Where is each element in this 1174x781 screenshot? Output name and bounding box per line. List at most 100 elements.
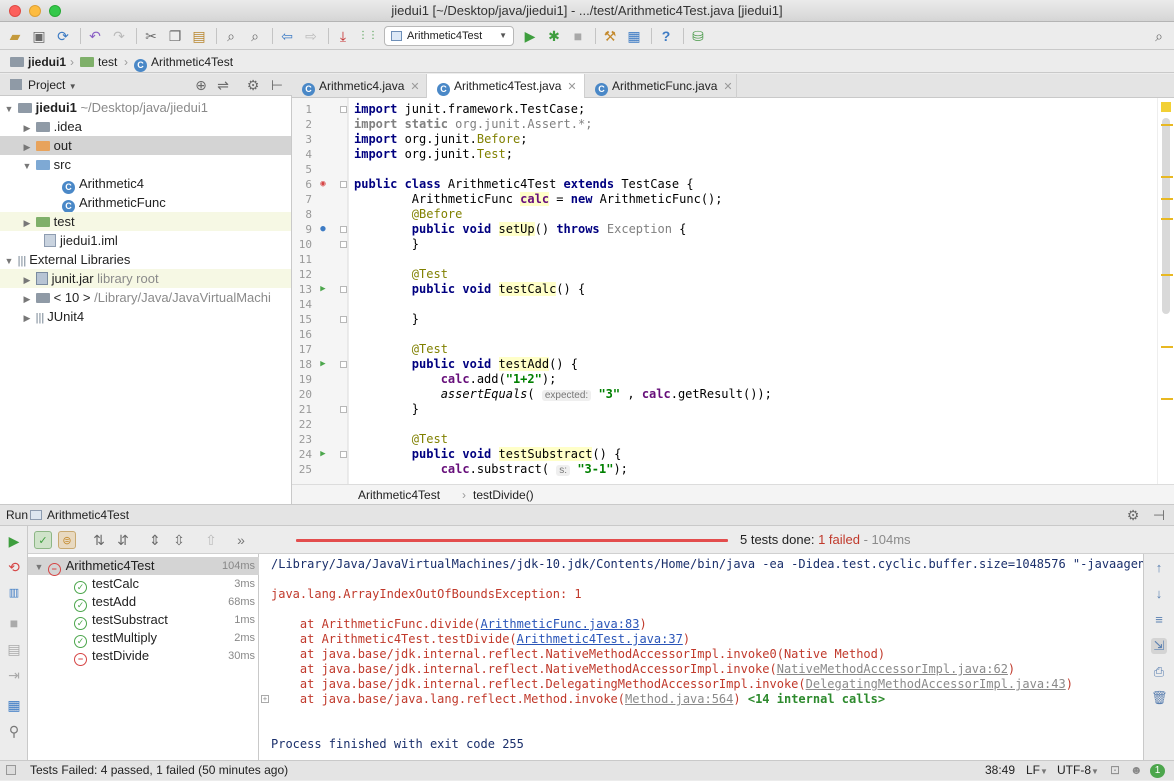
open-folder-icon[interactable]: ▰ — [6, 27, 24, 45]
warning-stripe[interactable] — [1161, 346, 1173, 348]
sort-by-duration-icon[interactable]: ⇵ — [114, 531, 132, 549]
warning-stripe[interactable] — [1161, 176, 1173, 178]
cut-icon[interactable]: ✂ — [142, 27, 160, 45]
test-row[interactable]: ✓ testCalc 3ms — [28, 575, 259, 594]
tree-item-junit-jar[interactable]: ▶ junit.jar library root — [0, 269, 291, 288]
expand-arrow-icon[interactable]: ▼ — [34, 558, 44, 576]
tree-item-jdk[interactable]: ▶ < 10 > /Library/Java/JavaVirtualMachi — [0, 288, 291, 307]
up-arrow-icon[interactable]: ↑ — [1151, 560, 1167, 576]
warning-stripe[interactable] — [1161, 198, 1173, 200]
tree-item-src[interactable]: ▼ src — [0, 155, 291, 174]
expand-internal-calls-icon[interactable]: + — [261, 695, 269, 703]
fold-marker-icon[interactable] — [340, 241, 347, 248]
toggle-auto-test-icon[interactable]: ▥ — [5, 584, 23, 602]
caret-position[interactable]: 38:49 — [985, 761, 1015, 780]
project-structure-icon[interactable]: ▦ — [625, 27, 643, 45]
dump-threads-icon[interactable]: ▤ — [5, 640, 23, 658]
fold-marker-icon[interactable] — [340, 316, 347, 323]
show-ignored-icon[interactable]: ⊜ — [58, 531, 76, 549]
run-test-passed-icon[interactable]: ▶ — [318, 449, 328, 459]
source-link[interactable]: Method.java:564 — [625, 692, 733, 706]
scroll-thumb[interactable] — [1162, 118, 1170, 314]
stop-icon[interactable]: ■ — [569, 27, 587, 45]
sort-alphabetically-icon[interactable]: ⇅ — [90, 531, 108, 549]
stop-icon[interactable]: ■ — [5, 614, 23, 632]
redo-icon[interactable]: ↷ — [110, 27, 128, 45]
rerun-icon[interactable]: ▶ — [5, 532, 23, 550]
minimize-window-button[interactable] — [29, 5, 41, 17]
project-view-select[interactable]: Project ▼ — [28, 74, 77, 98]
fold-marker-icon[interactable] — [340, 226, 347, 233]
gear-icon[interactable]: ⚙ — [244, 76, 262, 94]
help-icon[interactable]: ? — [657, 27, 675, 45]
paste-icon[interactable]: ▤ — [190, 27, 208, 45]
fold-marker-icon[interactable] — [340, 361, 347, 368]
back-icon[interactable]: ⇦ — [278, 27, 296, 45]
run-test-passed-icon[interactable]: ▶ — [318, 359, 328, 369]
search-everywhere-icon[interactable]: ⌕ — [1150, 27, 1168, 45]
exit-icon[interactable]: ⇥ — [5, 666, 23, 684]
soft-wrap-icon[interactable]: ≡ — [1151, 612, 1167, 628]
source-link[interactable]: DelegatingMethodAccessorImpl.java:43 — [806, 677, 1066, 691]
close-window-button[interactable] — [9, 5, 21, 17]
fold-marker-icon[interactable] — [340, 181, 347, 188]
hide-panel-icon[interactable]: ⊣ — [1150, 506, 1168, 524]
line-separator[interactable]: LF▼ — [1026, 761, 1048, 781]
test-row[interactable]: ✓ testAdd 68ms — [28, 593, 259, 612]
tree-item-iml[interactable]: jiedui1.iml — [0, 231, 291, 250]
undo-icon[interactable]: ↶ — [86, 27, 104, 45]
tree-item-jiedui1[interactable]: ▼ jiedui1 ~/Desktop/java/jiedui1 — [0, 98, 291, 117]
run-config-tab[interactable]: Arithmetic4Test — [47, 505, 129, 525]
rerun-failed-icon[interactable]: ⟲ — [5, 558, 23, 576]
pin-icon[interactable]: ⚲ — [5, 722, 23, 740]
close-tab-icon[interactable]: ✕ — [410, 81, 419, 93]
gear-icon[interactable]: ⚙ — [1124, 506, 1142, 524]
test-row[interactable]: − testDivide 30ms — [28, 647, 259, 666]
fold-marker-icon[interactable] — [340, 106, 347, 113]
breadcrumb-method[interactable]: testDivide() — [473, 485, 534, 505]
run-icon[interactable]: ▶ — [521, 27, 539, 45]
notifications-badge[interactable]: 1 — [1150, 764, 1165, 778]
replace-icon[interactable]: ⌕ — [246, 27, 264, 45]
test-row[interactable]: ✓ testMultiply 2ms — [28, 629, 259, 648]
more-icon[interactable]: » — [232, 531, 250, 549]
console-output[interactable]: /Library/Java/JavaVirtualMachines/jdk-10… — [259, 554, 1143, 760]
fold-marker-icon[interactable] — [340, 406, 347, 413]
tree-item-external-libraries[interactable]: ▼ ||| External Libraries — [0, 250, 291, 269]
nav-crumb-test[interactable]: test — [80, 51, 117, 73]
find-icon[interactable]: ⌕ — [222, 27, 240, 45]
nav-crumb-class[interactable]: C Arithmetic4Test — [134, 51, 233, 73]
breadcrumb-class[interactable]: Arithmetic4Test — [358, 485, 440, 505]
warning-stripe[interactable] — [1161, 218, 1173, 220]
build-icon[interactable]: ⤓ — [334, 27, 352, 45]
hide-panel-icon[interactable]: ⊢ — [268, 76, 286, 94]
close-tab-icon[interactable]: ✕ — [567, 81, 576, 93]
collapse-all-icon[interactable]: ⇳ — [170, 531, 188, 549]
collapse-all-icon[interactable]: ⇌ — [214, 76, 232, 94]
warning-stripe[interactable] — [1161, 274, 1173, 276]
settings-wrench-icon[interactable]: ⚒ — [601, 27, 619, 45]
file-encoding[interactable]: UTF-8▼ — [1057, 761, 1099, 781]
zoom-window-button[interactable] — [49, 5, 61, 17]
expand-all-icon[interactable]: ⇕ — [146, 531, 164, 549]
run-test-passed-icon[interactable]: ▶ — [318, 284, 328, 294]
expand-arrow-icon[interactable]: ▶ — [22, 309, 32, 328]
tool-windows-icon[interactable] — [6, 765, 16, 775]
source-link[interactable]: Arithmetic4Test.java:37 — [517, 632, 683, 646]
source-link[interactable]: NativeMethodAccessorImpl.java:62 — [777, 662, 1008, 676]
test-suite-row[interactable]: ▼ − Arithmetic4Test 104ms — [28, 557, 259, 576]
layout-icon[interactable]: ▦ — [5, 696, 23, 714]
scroll-to-end-icon[interactable]: ⇲ — [1151, 638, 1167, 654]
tab-arithmeticfunc[interactable]: C ArithmeticFunc.java ✕ — [585, 74, 737, 98]
tree-item-junit4[interactable]: ▶ ||| JUnit4 — [0, 307, 291, 328]
fold-marker-icon[interactable] — [340, 286, 347, 293]
vcs-icon[interactable]: ⛁ — [689, 27, 707, 45]
tab-arithmetic4[interactable]: C Arithmetic4.java ✕ — [292, 74, 427, 98]
previous-failed-icon[interactable]: ⇧ — [202, 531, 220, 549]
print-icon[interactable]: ⎙ — [1151, 664, 1167, 680]
run-configuration-select[interactable]: Arithmetic4Test ▼ — [384, 26, 514, 46]
warning-stripe[interactable] — [1161, 398, 1173, 400]
save-icon[interactable]: ▣ — [30, 27, 48, 45]
status-message[interactable]: Tests Failed: 4 passed, 1 failed (50 min… — [30, 761, 288, 780]
down-arrow-icon[interactable]: ↓ — [1151, 586, 1167, 602]
